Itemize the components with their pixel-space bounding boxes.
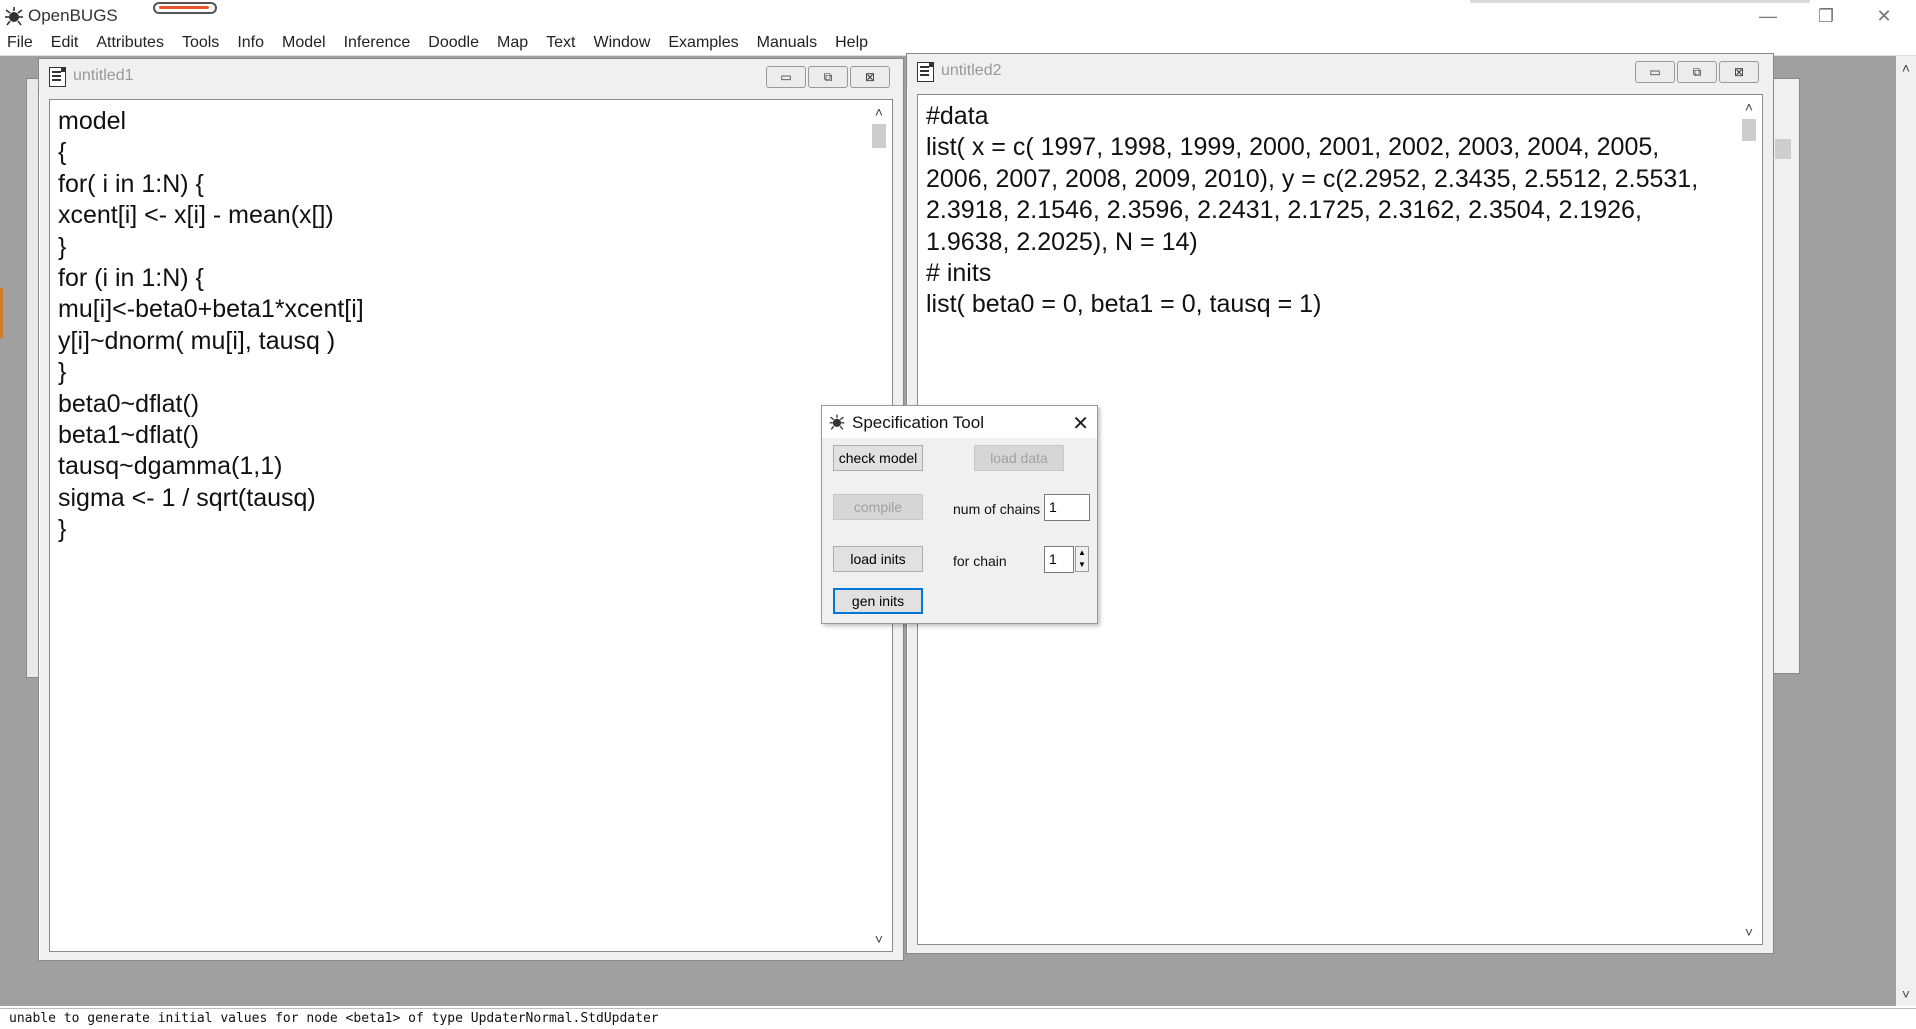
- gen-inits-button[interactable]: gen inits: [833, 588, 923, 614]
- menu-info[interactable]: Info: [228, 32, 273, 56]
- background-window-marker: [0, 288, 3, 338]
- menu-tools[interactable]: Tools: [173, 32, 228, 56]
- close-window-button[interactable]: ✕: [1856, 2, 1912, 30]
- specification-tool-title: Specification Tool: [852, 413, 984, 432]
- code-window-untitled1[interactable]: untitled1 ▭ ⧉ ⊠ model { for( i in 1:N) {…: [38, 58, 904, 961]
- menu-attributes[interactable]: Attributes: [87, 32, 173, 56]
- scroll-up-arrow-icon[interactable]: ˄: [1896, 60, 1916, 76]
- scroll-indicator: [153, 2, 217, 14]
- minimize-window-button[interactable]: —: [1740, 2, 1796, 30]
- menu-map[interactable]: Map: [488, 32, 537, 56]
- scroll-up-arrow-icon[interactable]: ˄: [1739, 99, 1759, 115]
- untitled1-title: untitled1: [73, 67, 134, 84]
- openbugs-bug-icon: [829, 414, 845, 430]
- document-icon: [917, 62, 934, 82]
- scroll-down-arrow-icon[interactable]: ˅: [1896, 986, 1916, 1002]
- untitled2-minimize-button[interactable]: ▭: [1635, 61, 1675, 83]
- for-chain-input[interactable]: 1: [1044, 546, 1074, 573]
- menu-inference[interactable]: Inference: [335, 32, 420, 56]
- specification-tool-title-bar[interactable]: Specification Tool ✕: [822, 406, 1097, 438]
- num-of-chains-input[interactable]: 1: [1044, 494, 1090, 521]
- menu-model[interactable]: Model: [273, 32, 335, 56]
- load-data-button[interactable]: load data: [974, 445, 1064, 471]
- status-bar: unable to generate initial values for no…: [0, 1008, 1916, 1029]
- document-icon: [49, 67, 66, 87]
- untitled1-close-button[interactable]: ⊠: [850, 66, 890, 88]
- menu-edit[interactable]: Edit: [42, 32, 88, 56]
- restore-window-button[interactable]: ❐: [1798, 2, 1854, 30]
- main-scrollbar[interactable]: ˄ ˅: [1896, 56, 1916, 1006]
- data-code-text[interactable]: #data list( x = c( 1997, 1998, 1999, 200…: [926, 101, 1722, 321]
- untitled2-title: untitled2: [941, 62, 1002, 79]
- for-chain-label: for chain: [953, 553, 1007, 569]
- openbugs-bug-icon: [5, 7, 23, 26]
- model-code-text[interactable]: model { for( i in 1:N) { xcent[i] <- x[i…: [58, 106, 364, 546]
- menu-help[interactable]: Help: [826, 32, 877, 56]
- untitled2-restore-button[interactable]: ⧉: [1677, 61, 1717, 83]
- scroll-down-arrow-icon[interactable]: ˅: [1739, 924, 1759, 940]
- for-chain-stepper[interactable]: ▲ ▼: [1075, 546, 1089, 572]
- menu-doodle[interactable]: Doodle: [419, 32, 488, 56]
- check-model-button[interactable]: check model: [833, 445, 923, 471]
- untitled2-scrollbar[interactable]: ˄ ˅: [1736, 95, 1762, 944]
- menu-examples[interactable]: Examples: [659, 32, 747, 56]
- untitled1-minimize-button[interactable]: ▭: [766, 66, 806, 88]
- load-inits-button[interactable]: load inits: [833, 546, 923, 572]
- scroll-down-arrow-icon[interactable]: ˅: [869, 931, 889, 947]
- status-message: unable to generate initial values for no…: [9, 1011, 659, 1026]
- compile-button[interactable]: compile: [833, 494, 923, 520]
- menu-manuals[interactable]: Manuals: [748, 32, 826, 56]
- close-icon[interactable]: ✕: [1072, 411, 1089, 436]
- background-scroll-thumb: [1775, 139, 1791, 159]
- background-window-edge-right: [1770, 78, 1800, 674]
- app-title-bar: OpenBUGS — ❐ ✕: [0, 0, 1916, 32]
- untitled2-close-button[interactable]: ⊠: [1719, 61, 1759, 83]
- untitled2-title-bar[interactable]: untitled2 ▭ ⧉ ⊠: [907, 54, 1773, 88]
- menu-text[interactable]: Text: [537, 32, 584, 56]
- untitled1-scroll-thumb[interactable]: [872, 124, 886, 148]
- untitled1-title-bar[interactable]: untitled1 ▭ ⧉ ⊠: [39, 59, 903, 93]
- num-of-chains-label: num of chains: [953, 501, 1041, 517]
- untitled1-restore-button[interactable]: ⧉: [808, 66, 848, 88]
- menu-window[interactable]: Window: [584, 32, 659, 56]
- untitled1-editor[interactable]: model { for( i in 1:N) { xcent[i] <- x[i…: [49, 99, 893, 952]
- untitled2-scroll-thumb[interactable]: [1742, 119, 1756, 141]
- menu-file[interactable]: File: [0, 32, 42, 56]
- specification-tool-dialog[interactable]: Specification Tool ✕ check model load da…: [821, 405, 1098, 624]
- app-title: OpenBUGS: [28, 6, 118, 25]
- scroll-up-arrow-icon[interactable]: ˄: [869, 104, 889, 120]
